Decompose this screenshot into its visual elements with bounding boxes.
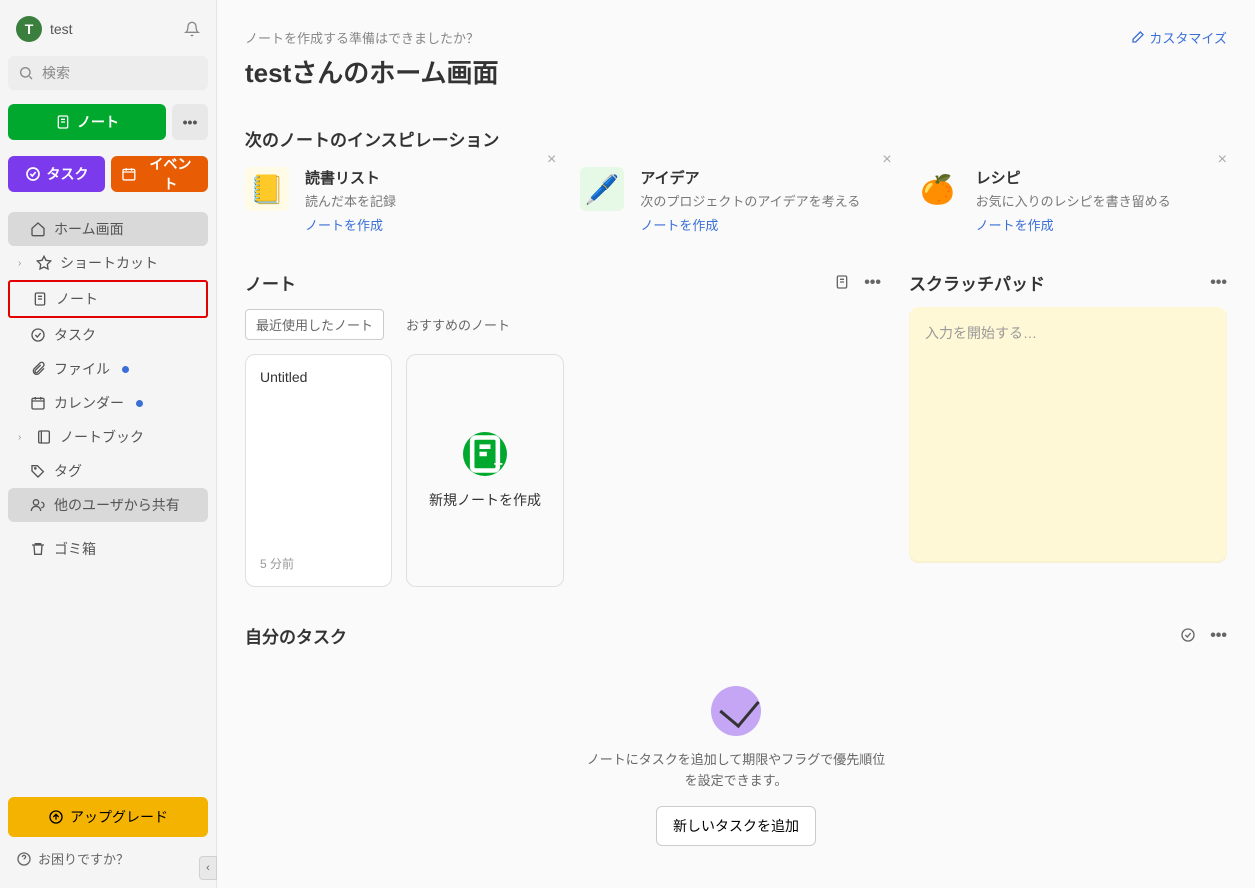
more-icon[interactable]: ••• [864,274,881,292]
plus-note-icon: + [463,432,507,476]
pencil-icon [1129,30,1145,46]
nav-tasks[interactable]: タスク [8,318,208,352]
nav-shortcuts[interactable]: ›ショートカット [8,246,208,280]
nav-notebooks[interactable]: ›ノートブック [8,420,208,454]
calendar-icon [121,166,137,182]
scratchpad-input[interactable]: 入力を開始する… [909,307,1227,563]
inspiration-card-desc: 次のプロジェクトのアイデアを考える [640,191,860,210]
check-icon [30,327,46,343]
bell-icon[interactable] [184,21,200,37]
upgrade-button[interactable]: アップグレード [8,797,208,837]
note-icon [55,114,71,130]
inspiration-card-recipe[interactable]: × 🍊 レシピ お気に入りのレシピを書き留める ノートを作成 [916,167,1227,234]
arrow-up-icon [48,809,64,825]
tasks-empty-message: ノートにタスクを追加して期限やフラグで優先順位を設定できます。 [586,750,886,792]
inspiration-card-desc: 読んだ本を記録 [305,191,396,210]
dot-indicator-icon [136,400,143,407]
nav-home[interactable]: ホーム画面 [8,212,208,246]
new-note-button[interactable]: ノート [8,104,166,140]
add-task-button[interactable]: 新しいタスクを追加 [656,806,816,846]
orange-icon: 🍊 [916,167,960,211]
more-button[interactable]: ••• [172,104,208,140]
search-input[interactable]: 検索 [8,56,208,90]
note-card-title: Untitled [260,369,377,385]
new-note-label: 新規ノートを作成 [429,490,541,510]
nav-trash[interactable]: ゴミ箱 [8,532,208,566]
inspiration-create-link[interactable]: ノートを作成 [640,215,860,234]
inspiration-card-reading[interactable]: × 📒 読書リスト 読んだ本を記録 ノートを作成 [245,167,556,234]
calendar-icon [30,395,46,411]
chevron-right-icon: › [18,258,28,269]
user-menu[interactable]: T test [8,8,208,50]
more-icon[interactable]: ••• [1210,274,1227,292]
collapse-sidebar-button[interactable]: ‹ [199,856,217,880]
check-icon [25,166,41,182]
search-placeholder: 検索 [42,63,70,83]
new-event-button[interactable]: イベント [111,156,208,192]
inspiration-card-title: アイデア [640,167,860,188]
dot-indicator-icon [122,366,129,373]
attachment-icon [30,361,46,377]
book-icon: 📒 [245,167,289,211]
tab-suggested[interactable]: おすすめのノート [396,310,520,339]
search-icon [18,65,34,81]
notebook-icon [36,429,52,445]
nav: ホーム画面 ›ショートカット ノート タスク ファイル カレンダー ›ノートブッ… [8,212,208,566]
task-settings-icon[interactable] [1180,627,1196,643]
chevron-right-icon: › [18,432,28,443]
new-task-button[interactable]: タスク [8,156,105,192]
nav-notes[interactable]: ノート [8,280,208,318]
close-icon[interactable]: × [882,151,891,169]
inspiration-card-idea[interactable]: × 🖊️ アイデア 次のプロジェクトのアイデアを考える ノートを作成 [580,167,891,234]
notes-title: ノート [245,270,296,295]
inspiration-title: 次のノートのインスピレーション [245,126,1227,151]
nav-shared[interactable]: 他のユーザから共有 [8,488,208,522]
new-note-card[interactable]: + 新規ノートを作成 [406,354,564,587]
tag-icon [30,463,46,479]
note-icon [32,291,48,307]
tab-recent[interactable]: 最近使用したノート [245,309,384,340]
main-content: ノートを作成する準備はできましたか？ testさんのホーム画面 カスタマイズ 次… [217,0,1255,888]
nav-files[interactable]: ファイル [8,352,208,386]
note-card[interactable]: Untitled 5 分前 [245,354,392,587]
close-icon[interactable]: × [547,151,556,169]
nav-tags[interactable]: タグ [8,454,208,488]
inspiration-card-title: 読書リスト [305,167,396,188]
trash-icon [30,541,46,557]
avatar: T [16,16,42,42]
star-icon [36,255,52,271]
sidebar: T test 検索 ノート ••• タスク イベント ホーム画面 ›ショートカッ… [0,0,217,888]
inspiration-card-desc: お気に入りのレシピを書き留める [976,191,1171,210]
page-title: testさんのホーム画面 [245,53,498,90]
inspiration-create-link[interactable]: ノートを作成 [305,215,396,234]
home-icon [30,221,46,237]
note-view-icon[interactable] [834,274,850,290]
nav-calendar[interactable]: カレンダー [8,386,208,420]
header-subtitle: ノートを作成する準備はできましたか？ [245,28,498,47]
pen-icon: 🖊️ [580,167,624,211]
close-icon[interactable]: × [1218,151,1227,169]
scratchpad-placeholder: 入力を開始する… [925,325,1037,341]
people-icon [30,497,46,513]
scratchpad-title: スクラッチパッド [909,270,1045,295]
customize-link[interactable]: カスタマイズ [1129,28,1227,47]
help-icon [16,851,32,867]
tasks-title: 自分のタスク [245,623,347,648]
inspiration-card-title: レシピ [976,167,1171,188]
inspiration-create-link[interactable]: ノートを作成 [976,215,1171,234]
help-link[interactable]: お困りですか？ [8,837,208,880]
more-icon[interactable]: ••• [1210,627,1227,645]
user-name: test [50,21,73,37]
note-card-time: 5 分前 [260,555,377,572]
check-illustration-icon [711,686,761,736]
